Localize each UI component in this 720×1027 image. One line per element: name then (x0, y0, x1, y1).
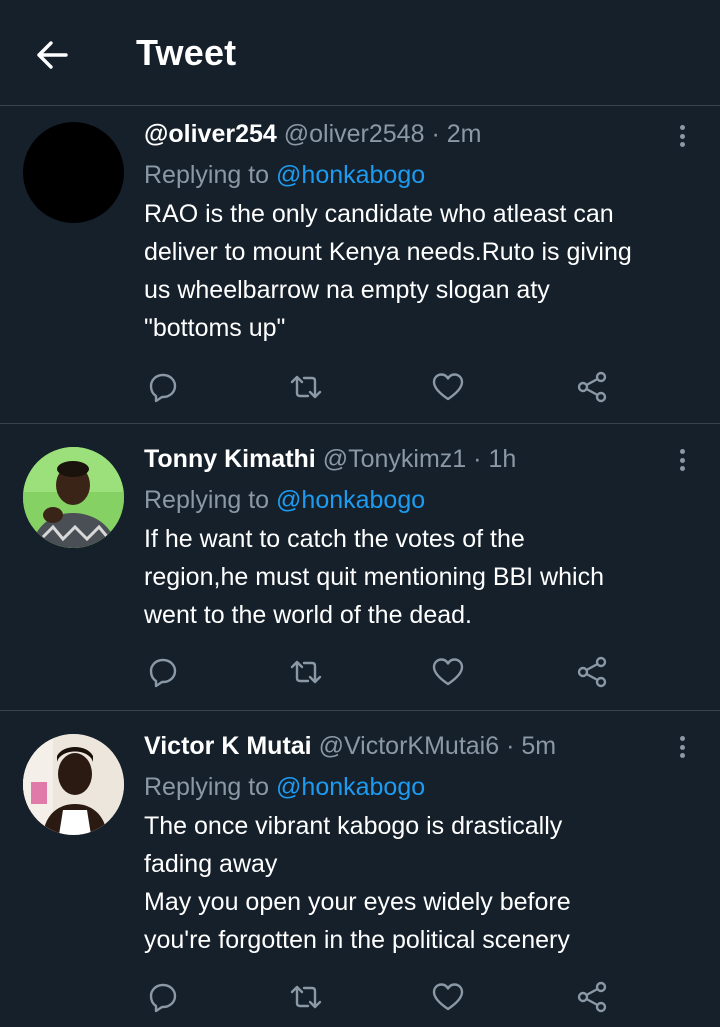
replying-to-link[interactable]: @honkabogo (276, 161, 425, 189)
tweet-meta: Victor K Mutai @VictorKMutai6 · 5m (144, 730, 690, 762)
replying-to-label: Replying to (144, 161, 270, 189)
replying-to-label: Replying to (144, 773, 270, 801)
share-icon (577, 656, 607, 688)
author-handle[interactable]: @Tonykimz1 (323, 445, 466, 473)
tweet-actions (0, 367, 720, 407)
tweet-text: The once vibrant kabogo is drastically f… (144, 807, 690, 959)
like-button[interactable] (428, 977, 468, 1017)
retweet-button[interactable] (286, 977, 326, 1017)
tweet-time[interactable]: 5m (521, 732, 556, 760)
meta-separator: · (506, 732, 515, 760)
avatar[interactable] (23, 447, 124, 548)
author-name[interactable]: Tonny Kimathi (144, 445, 316, 473)
tweet-text-line: us wheelbarrow na empty slogan aty (144, 276, 550, 304)
tweet-actions (0, 652, 720, 692)
tweet-meta: @oliver254 @oliver2548 · 2m (144, 118, 690, 150)
reply-icon (149, 983, 177, 1013)
reply-button[interactable] (143, 367, 183, 407)
tweet-text-line: RAO is the only candidate who atleast ca… (144, 200, 614, 228)
author-name[interactable]: Victor K Mutai (144, 732, 312, 760)
author-handle[interactable]: @VictorKMutai6 (319, 732, 500, 760)
tweet-text-line: went to the world of the dead. (144, 601, 472, 629)
tweet-time[interactable]: 2m (447, 120, 482, 148)
tweet-text-line: The once vibrant kabogo is drastically (144, 812, 563, 840)
reply-icon (149, 658, 177, 688)
tweet-text-line: region,he must quit mentioning BBI which (144, 563, 604, 591)
replying-to-link[interactable]: @honkabogo (276, 773, 425, 801)
retweet-icon (290, 985, 322, 1009)
retweet-icon (290, 375, 322, 399)
like-icon (432, 983, 464, 1011)
replying-to: Replying to @honkabogo (144, 484, 690, 516)
tweet[interactable]: Tonny Kimathi @Tonykimz1 · 1h Replying t… (0, 424, 720, 711)
replying-to: Replying to @honkabogo (144, 159, 690, 191)
tweet-time[interactable]: 1h (488, 445, 516, 473)
tweet-text-line: May you open your eyes widely before (144, 888, 571, 916)
share-button[interactable] (572, 977, 612, 1017)
reply-icon (149, 373, 177, 403)
reply-button[interactable] (143, 652, 183, 692)
like-icon (432, 373, 464, 401)
share-icon (577, 371, 607, 403)
like-icon (432, 658, 464, 686)
page-title: Tweet (136, 32, 237, 73)
author-name[interactable]: @oliver254 (144, 120, 277, 148)
tweet-text: If he want to catch the votes of the reg… (144, 520, 690, 634)
tweet-text: RAO is the only candidate who atleast ca… (144, 195, 690, 347)
avatar[interactable] (23, 734, 124, 835)
reply-button[interactable] (143, 977, 183, 1017)
replying-to-link[interactable]: @honkabogo (276, 486, 425, 514)
retweet-icon (290, 660, 322, 684)
retweet-button[interactable] (286, 652, 326, 692)
tweet-text-line: fading away (144, 850, 278, 878)
meta-separator: · (473, 445, 482, 473)
tweet-text-line: you're forgotten in the political scener… (144, 926, 570, 954)
share-button[interactable] (572, 652, 612, 692)
tweet-actions (0, 977, 720, 1017)
tweet[interactable]: @oliver254 @oliver2548 · 2m Replying to … (0, 106, 720, 424)
tweet-text-line: deliver to mount Kenya needs.Ruto is giv… (144, 238, 632, 266)
tweet[interactable]: Victor K Mutai @VictorKMutai6 · 5m Reply… (0, 711, 720, 1027)
back-button[interactable] (32, 35, 72, 75)
replying-to-label: Replying to (144, 486, 270, 514)
share-icon (577, 981, 607, 1013)
tweet-text-line: If he want to catch the votes of the (144, 525, 525, 553)
replying-to: Replying to @honkabogo (144, 771, 690, 803)
arrow-left-icon (37, 41, 68, 69)
tweet-text-line: "bottoms up" (144, 314, 286, 342)
meta-separator: · (431, 120, 440, 148)
person-photo-icon (23, 734, 124, 835)
person-photo-icon (23, 447, 124, 548)
like-button[interactable] (428, 652, 468, 692)
tweet-meta: Tonny Kimathi @Tonykimz1 · 1h (144, 443, 690, 475)
author-handle[interactable]: @oliver2548 (284, 120, 425, 148)
share-button[interactable] (572, 367, 612, 407)
retweet-button[interactable] (286, 367, 326, 407)
app-header: Tweet (0, 0, 720, 106)
avatar[interactable] (23, 122, 124, 223)
like-button[interactable] (428, 367, 468, 407)
